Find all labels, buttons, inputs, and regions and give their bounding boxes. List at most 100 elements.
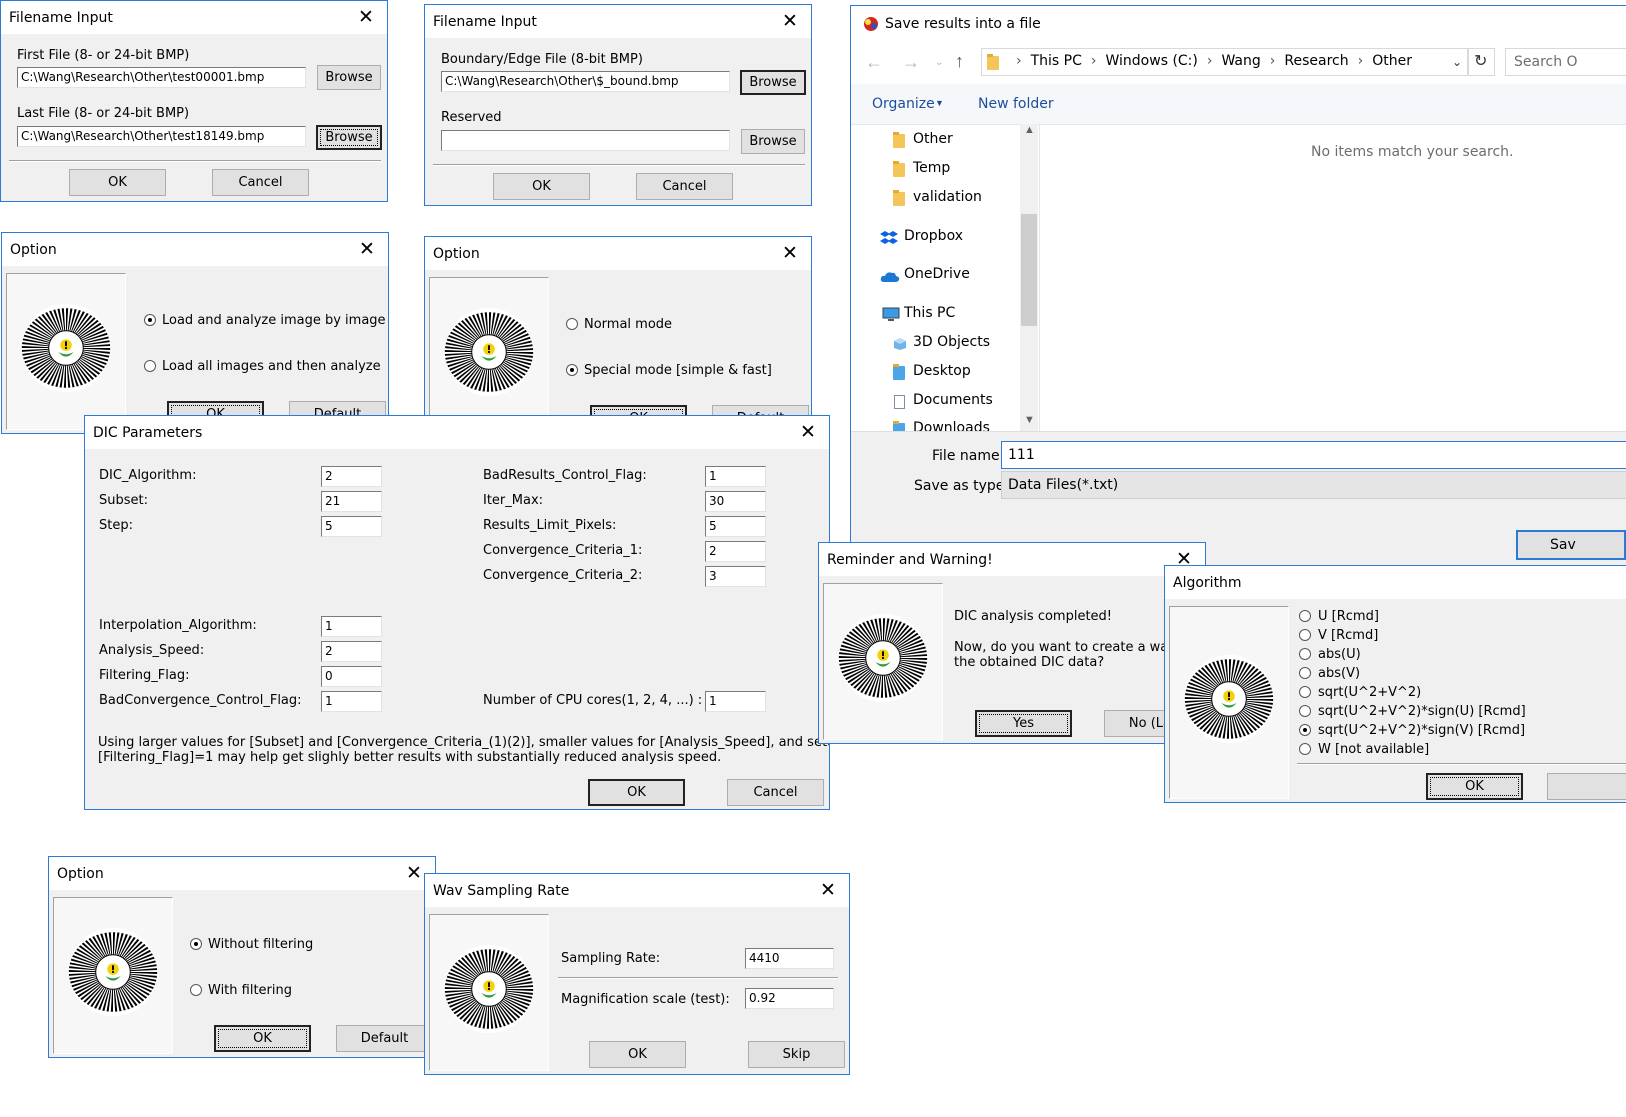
scroll-thumb[interactable] xyxy=(1021,214,1037,326)
next-button[interactable] xyxy=(1547,773,1626,800)
param-field[interactable]: 1 xyxy=(321,691,382,712)
radio-load-all-label: Load all images and then analyze xyxy=(162,359,381,374)
algorithm-radio[interactable] xyxy=(1299,629,1311,641)
nav-item-this-pc[interactable]: This PC xyxy=(904,305,955,321)
ok-button[interactable]: OK xyxy=(1426,773,1523,800)
nav-item-desktop[interactable]: Desktop xyxy=(913,363,971,379)
file-name-value: 111 xyxy=(1008,447,1035,463)
cancel-button[interactable]: Cancel xyxy=(212,169,309,196)
nav-item-temp[interactable]: Temp xyxy=(913,160,950,176)
breadcrumb-item[interactable]: Windows (C:) xyxy=(1106,53,1198,69)
recent-chevron-icon[interactable]: ⌄ xyxy=(935,57,943,68)
radio-without-filtering[interactable] xyxy=(190,938,202,950)
breadcrumb-chevron-icon[interactable]: › xyxy=(1358,53,1364,69)
close-icon[interactable]: ✕ xyxy=(817,879,839,901)
browse-reserved-button[interactable]: Browse xyxy=(741,129,805,154)
cancel-button[interactable]: Cancel xyxy=(727,779,824,806)
nav-item-validation[interactable]: validation xyxy=(913,189,982,205)
nav-item-downloads[interactable]: Downloads xyxy=(913,420,990,431)
save-button[interactable]: Sav xyxy=(1516,530,1626,560)
param-field[interactable]: 3 xyxy=(705,566,766,587)
search-placeholder: Search O xyxy=(1514,54,1578,70)
boundary-file-field[interactable]: C:\Wang\Research\Other\$_bound.bmp xyxy=(441,71,730,92)
param-field[interactable]: 5 xyxy=(705,516,766,537)
param-field[interactable]: 2 xyxy=(321,641,382,662)
file-name-input[interactable]: 111 xyxy=(1001,441,1626,469)
reserved-field[interactable] xyxy=(441,130,730,151)
browse-first-button[interactable]: Browse xyxy=(317,65,381,90)
yes-button[interactable]: Yes xyxy=(975,710,1072,737)
breadcrumb-item[interactable]: Other xyxy=(1372,53,1412,69)
organize-dropdown-icon[interactable]: ▼ xyxy=(935,98,944,108)
save-type-label: Save as type: xyxy=(914,478,1010,494)
scroll-up-icon[interactable]: ▲ xyxy=(1024,124,1035,136)
radio-load-by-image[interactable] xyxy=(144,314,156,326)
param-field[interactable]: 30 xyxy=(705,491,766,512)
nav-item-3d-objects[interactable]: 3D Objects xyxy=(913,334,990,350)
default-button[interactable]: Default xyxy=(336,1025,433,1052)
algorithm-radio[interactable] xyxy=(1299,686,1311,698)
algorithm-radio[interactable] xyxy=(1299,724,1311,736)
ok-button[interactable]: OK xyxy=(69,169,166,196)
last-file-field[interactable]: C:\Wang\Research\Other\test18149.bmp xyxy=(17,126,306,147)
param-field[interactable]: 1 xyxy=(705,466,766,487)
magnification-field[interactable]: 0.92 xyxy=(745,988,834,1009)
cancel-button[interactable]: Cancel xyxy=(636,173,733,200)
address-dropdown-icon[interactable]: ⌄ xyxy=(1452,55,1462,69)
param-field[interactable]: 1 xyxy=(705,691,766,712)
scroll-down-icon[interactable]: ▼ xyxy=(1024,414,1035,426)
ok-button[interactable]: OK xyxy=(589,1041,686,1068)
nav-item-documents[interactable]: Documents xyxy=(913,392,993,408)
nav-item-other[interactable]: Other xyxy=(913,131,953,147)
close-icon[interactable]: ✕ xyxy=(779,242,801,264)
nav-scrollbar[interactable]: ▲ ▼ xyxy=(1020,124,1038,431)
param-field[interactable]: 0 xyxy=(321,666,382,687)
organize-menu[interactable]: Organize xyxy=(872,96,935,112)
algorithm-radio[interactable] xyxy=(1299,667,1311,679)
back-arrow-icon[interactable]: ← xyxy=(865,52,883,73)
algorithm-radio[interactable] xyxy=(1299,743,1311,755)
browse-boundary-button[interactable]: Browse xyxy=(740,70,806,95)
radio-normal-mode[interactable] xyxy=(566,318,578,330)
param-field[interactable]: 2 xyxy=(321,466,382,487)
breadcrumb-item[interactable]: This PC xyxy=(1031,53,1082,69)
close-icon[interactable]: ✕ xyxy=(355,6,377,28)
ok-button[interactable]: OK xyxy=(588,779,685,806)
radio-load-all[interactable] xyxy=(144,360,156,372)
radio-special-mode[interactable] xyxy=(566,364,578,376)
sampling-rate-field[interactable]: 4410 xyxy=(745,948,834,969)
save-type-select[interactable]: Data Files(*.txt) xyxy=(1001,471,1626,499)
breadcrumb-item[interactable]: Research xyxy=(1284,53,1348,69)
algorithm-radio[interactable] xyxy=(1299,705,1311,717)
dialog-title: Filename Input xyxy=(9,10,113,26)
forward-arrow-icon[interactable]: → xyxy=(902,52,920,73)
refresh-button[interactable]: ↻ xyxy=(1468,48,1495,76)
breadcrumb-chevron-icon[interactable]: › xyxy=(1016,53,1022,69)
close-icon[interactable]: ✕ xyxy=(403,862,425,884)
close-icon[interactable]: ✕ xyxy=(779,10,801,32)
ok-button[interactable]: OK xyxy=(493,173,590,200)
breadcrumb-chevron-icon[interactable]: › xyxy=(1270,53,1276,69)
param-field[interactable]: 1 xyxy=(321,616,382,637)
breadcrumb-chevron-icon[interactable]: › xyxy=(1091,53,1097,69)
nav-item-onedrive[interactable]: OneDrive xyxy=(904,266,970,282)
close-icon[interactable]: ✕ xyxy=(356,238,378,260)
skip-button[interactable]: Skip xyxy=(748,1041,845,1068)
first-file-field[interactable]: C:\Wang\Research\Other\test00001.bmp xyxy=(17,67,306,88)
close-icon[interactable]: ✕ xyxy=(797,421,819,443)
param-field[interactable]: 2 xyxy=(705,541,766,562)
browse-last-button[interactable]: Browse xyxy=(316,125,382,150)
breadcrumb-item[interactable]: Wang xyxy=(1221,53,1260,69)
algorithm-radio[interactable] xyxy=(1299,648,1311,660)
up-arrow-icon[interactable]: ↑ xyxy=(955,51,964,72)
ok-button[interactable]: OK xyxy=(214,1025,311,1052)
breadcrumb-chevron-icon[interactable]: › xyxy=(1207,53,1213,69)
radio-with-filtering[interactable] xyxy=(190,984,202,996)
new-folder-button[interactable]: New folder xyxy=(978,96,1054,112)
param-field[interactable]: 21 xyxy=(321,491,382,512)
option-dialog-2: Option ✕ Normal mode Special mode [simpl… xyxy=(424,236,812,438)
param-field[interactable]: 5 xyxy=(321,516,382,537)
nav-item-dropbox[interactable]: Dropbox xyxy=(904,228,963,244)
search-input[interactable]: Search O xyxy=(1505,48,1626,76)
algorithm-radio[interactable] xyxy=(1299,610,1311,622)
